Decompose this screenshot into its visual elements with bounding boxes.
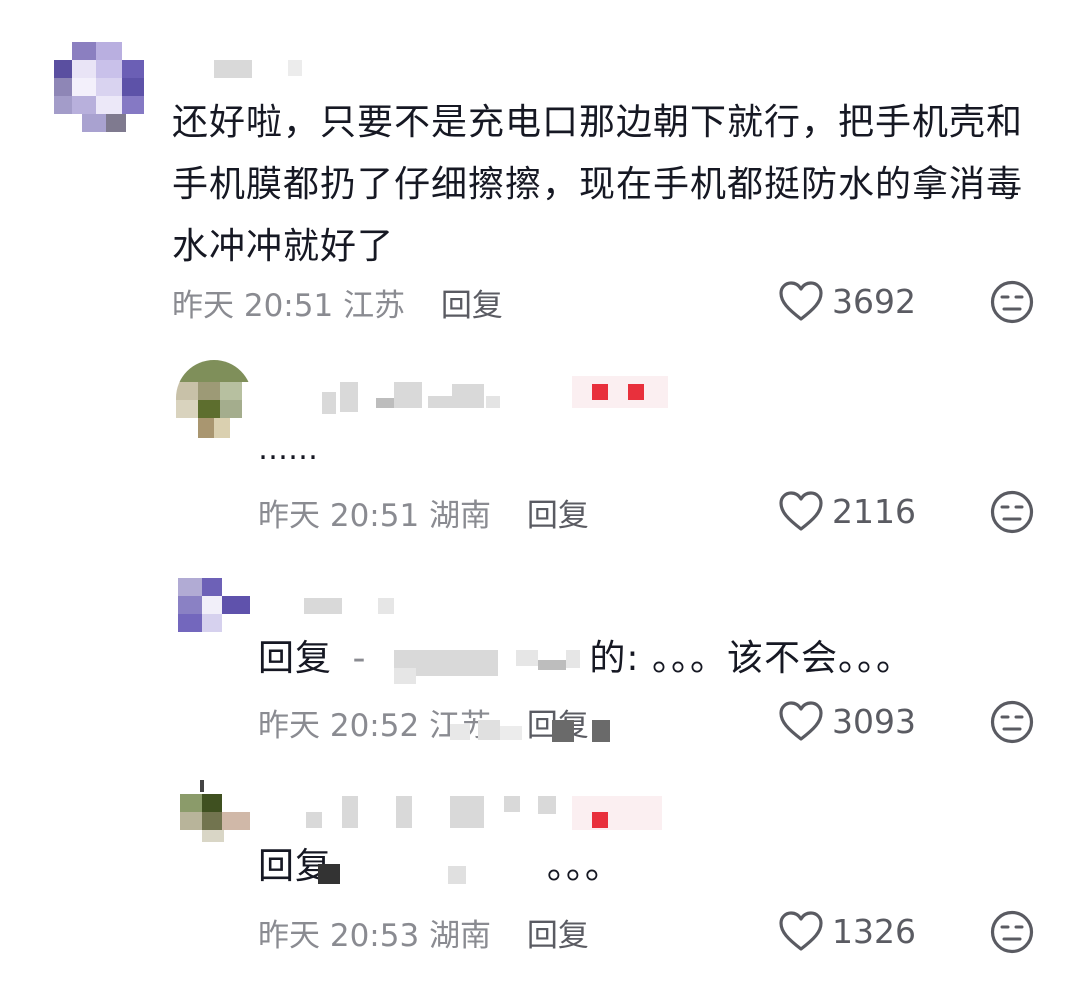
- comment-meta: 昨天 20:51 湖南 回复: [258, 490, 589, 535]
- badge-icon: [592, 384, 608, 400]
- like-button[interactable]: 2116: [778, 490, 916, 532]
- neutral-face-icon[interactable]: [990, 280, 1034, 324]
- reply-button[interactable]: 回复: [527, 498, 589, 534]
- comment-text: 回复 - 的: 。。。该不会。。。: [258, 628, 913, 690]
- reply-prefix: 回复: [258, 638, 333, 679]
- comment-line: 手机膜都扔了仔细擦擦，现在手机都挺防水的拿消毒: [172, 164, 1024, 205]
- reply-suffix: 。。。: [546, 846, 622, 887]
- heart-outline-icon: [779, 701, 823, 741]
- comment-line: 还好啦，只要不是充电口那边朝下就行，把手机壳和: [172, 102, 1024, 143]
- comment-text: ……: [258, 432, 318, 467]
- badge-icon: [592, 812, 608, 828]
- avatar[interactable]: [176, 360, 252, 438]
- neutral-face-icon[interactable]: [990, 490, 1034, 534]
- comment-text: 回复 。。。: [258, 836, 622, 898]
- neutral-face-icon[interactable]: [990, 910, 1034, 954]
- heart-outline-icon: [779, 281, 823, 321]
- comment-text: 还好啦，只要不是充电口那边朝下就行，把手机壳和 手机膜都扔了仔细擦擦，现在手机都…: [172, 92, 1052, 278]
- like-count: 1326: [832, 911, 916, 951]
- reply-suffix: 的: 。。。该不会。。。: [589, 638, 913, 679]
- mention-redacted[interactable]: [344, 868, 534, 878]
- heart-outline-icon: [779, 491, 823, 531]
- avatar[interactable]: [180, 780, 252, 842]
- like-button[interactable]: 1326: [778, 910, 916, 952]
- like-button[interactable]: 3692: [778, 280, 916, 322]
- comment-line: 水冲冲就好了: [172, 226, 395, 267]
- avatar[interactable]: [46, 42, 146, 132]
- comment-meta: 昨天 20:53 湖南 回复: [258, 910, 589, 955]
- like-count: 2116: [832, 491, 916, 531]
- like-count: 3692: [832, 281, 916, 321]
- timestamp: 昨天 20:51: [258, 498, 420, 534]
- avatar[interactable]: [178, 578, 252, 634]
- neutral-face-icon[interactable]: [990, 700, 1034, 744]
- timestamp: 昨天 20:52: [258, 708, 420, 744]
- timestamp: 昨天 20:53: [258, 918, 420, 954]
- like-count: 3093: [832, 701, 916, 741]
- location: 湖南: [429, 918, 492, 954]
- location: 江苏: [343, 288, 406, 324]
- timestamp: 昨天 20:51: [172, 288, 334, 324]
- comment-meta: 昨天 20:51 江苏 回复: [172, 280, 503, 325]
- location: 湖南: [429, 498, 492, 534]
- badge-icon: [628, 384, 644, 400]
- comment-meta: 昨天 20:52 江苏 回复: [258, 700, 589, 745]
- heart-outline-icon: [779, 911, 823, 951]
- reply-dash: -: [352, 638, 367, 679]
- like-button[interactable]: 3093: [778, 700, 916, 742]
- reply-button[interactable]: 回复: [527, 918, 589, 954]
- reply-button[interactable]: 回复: [441, 288, 503, 324]
